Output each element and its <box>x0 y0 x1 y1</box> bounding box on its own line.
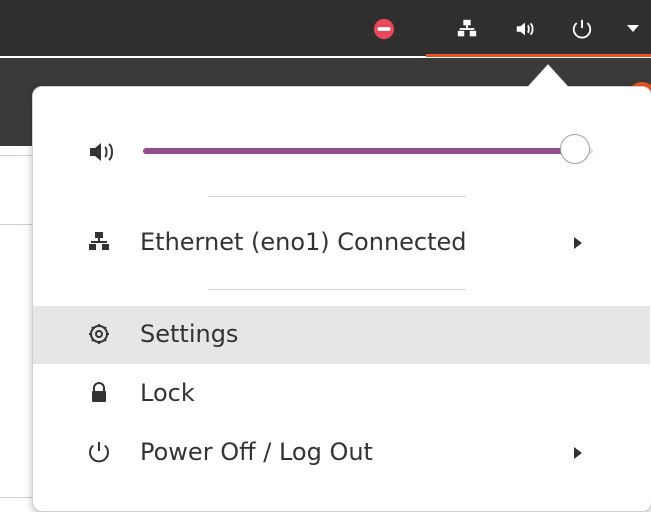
menu-separator <box>208 196 466 197</box>
volume-slider-fill <box>143 148 575 154</box>
submenu-arrow-icon <box>574 447 582 459</box>
menu-item-label: Power Off / Log Out <box>140 438 373 466</box>
settings-gear-icon <box>89 324 109 344</box>
network-icon[interactable] <box>456 18 478 40</box>
menu-item-ethernet[interactable]: Ethernet (eno1) Connected <box>33 214 650 272</box>
background-divider <box>0 497 32 498</box>
background-divider <box>0 155 32 156</box>
background-divider <box>0 224 32 225</box>
volume-slider[interactable] <box>143 134 593 164</box>
caret-down-icon[interactable] <box>626 24 640 34</box>
menu-separator <box>208 289 466 290</box>
popover-arrow <box>528 65 568 87</box>
menu-item-settings[interactable]: Settings <box>33 306 650 364</box>
top-panel <box>0 0 651 57</box>
power-icon <box>89 442 109 463</box>
menu-item-lock[interactable]: Lock <box>33 365 650 423</box>
volume-slider-handle[interactable] <box>560 134 590 164</box>
active-indicator <box>426 54 651 57</box>
volume-icon[interactable] <box>514 18 536 40</box>
menu-item-label: Ethernet (eno1) Connected <box>140 228 467 256</box>
menu-item-label: Settings <box>140 320 239 348</box>
status-red-icon[interactable] <box>373 18 395 40</box>
power-icon[interactable] <box>571 18 593 40</box>
volume-icon <box>90 143 113 161</box>
menu-item-label: Lock <box>140 379 195 407</box>
submenu-arrow-icon <box>574 237 582 249</box>
ethernet-icon <box>89 232 109 250</box>
menu-item-power-off-log-out[interactable]: Power Off / Log Out <box>33 424 650 482</box>
lock-icon <box>92 382 106 402</box>
